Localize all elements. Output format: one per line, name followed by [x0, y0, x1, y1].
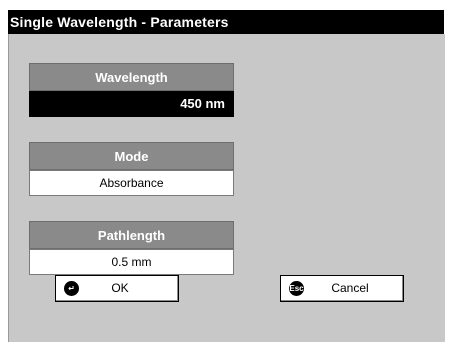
wavelength-field[interactable]: 450 nm [29, 91, 234, 117]
mode-label: Mode [29, 142, 234, 170]
mode-field[interactable]: Absorbance [29, 170, 234, 196]
pathlength-label: Pathlength [29, 221, 234, 249]
ok-button-label: OK [111, 281, 129, 295]
wavelength-label: Wavelength [29, 63, 234, 91]
parameters-screen: Single Wavelength - Parameters Wavelengt… [0, 0, 454, 342]
ok-button[interactable]: ↵ OK [55, 275, 179, 302]
cancel-button-label: Cancel [331, 281, 369, 295]
wavelength-group: Wavelength 450 nm [29, 63, 234, 117]
pathlength-field[interactable]: 0.5 mm [29, 249, 234, 275]
pathlength-group: Pathlength 0.5 mm [29, 221, 234, 275]
mode-group: Mode Absorbance [29, 142, 234, 196]
cancel-button[interactable]: Esc Cancel [280, 275, 404, 302]
window-title: Single Wavelength - Parameters [8, 10, 444, 34]
